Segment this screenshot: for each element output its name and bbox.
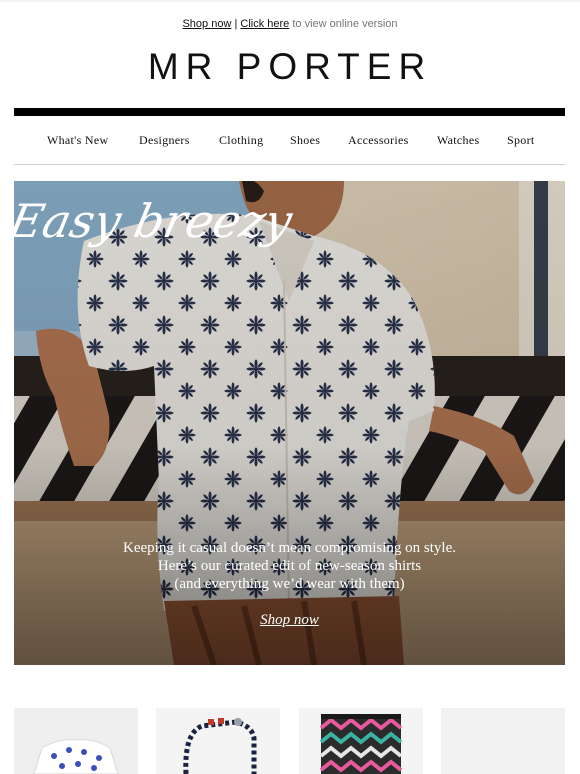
nav-item-whats-new[interactable]: What's New — [47, 133, 108, 148]
nav-item-designers[interactable]: Designers — [139, 133, 190, 148]
hero-headline: Easy breezy — [14, 194, 297, 247]
hero-content: Easy breezy Keeping it casual doesn’t me… — [14, 181, 565, 665]
nav-item-watches[interactable]: Watches — [437, 133, 479, 148]
preheader: Shop now | Click here to view online ver… — [0, 18, 580, 30]
hero-shop-now-link[interactable]: Shop now — [14, 612, 565, 629]
hero-banner[interactable]: Easy breezy Keeping it casual doesn’t me… — [14, 181, 565, 665]
preheader-click-here-link[interactable]: Click here — [240, 18, 289, 30]
printed-shirt-image[interactable] — [14, 708, 138, 774]
hero-body-line-1: Keeping it casual doesn’t mean compromis… — [123, 540, 456, 556]
nav-item-sport[interactable]: Sport — [507, 133, 535, 148]
product-image[interactable] — [441, 708, 565, 774]
hero-body-line-3: (and everything we’d wear with them) — [174, 576, 405, 592]
patterned-shorts-image[interactable] — [299, 708, 423, 774]
hero-body-copy: Keeping it casual doesn’t mean compromis… — [14, 539, 565, 593]
nav-divider — [14, 164, 565, 165]
nav-item-shoes[interactable]: Shoes — [290, 133, 320, 148]
hero-headline-text: Easy breezy — [14, 194, 297, 247]
product-row — [14, 708, 565, 774]
beaded-necklace-image[interactable] — [156, 708, 280, 774]
nav-item-accessories[interactable]: Accessories — [348, 133, 409, 148]
nav-item-clothing[interactable]: Clothing — [219, 133, 263, 148]
preheader-shop-now-link[interactable]: Shop now — [182, 18, 231, 30]
hero-body-line-2: Here’s our curated edit of new-season sh… — [157, 558, 422, 574]
header-rule — [14, 108, 565, 116]
top-divider — [0, 0, 580, 2]
brand-logo[interactable]: MR PORTER — [0, 46, 580, 88]
main-navigation: What's New Designers Clothing Shoes Acce… — [14, 128, 565, 152]
preheader-separator: | — [234, 18, 238, 30]
preheader-text: to view online version — [292, 18, 398, 30]
